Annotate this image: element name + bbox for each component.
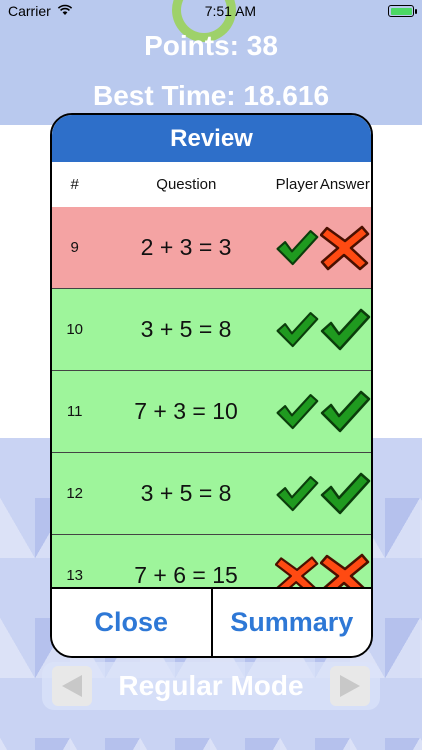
mode-label: Regular Mode [118, 670, 304, 701]
answer-mark [319, 389, 371, 435]
check-icon [276, 229, 319, 265]
points-label: Points: 38 [144, 30, 278, 61]
check-icon [276, 311, 319, 347]
check-icon [320, 472, 371, 514]
answer-mark [319, 307, 371, 353]
question-number: 10 [66, 321, 84, 338]
player-mark [275, 471, 319, 517]
answer-mark [319, 553, 371, 591]
check-icon [276, 475, 319, 511]
review-header: Review [52, 115, 371, 162]
answer-mark [319, 225, 371, 271]
table-row: 13 7 + 6 = 15 [52, 535, 371, 591]
player-mark [274, 553, 319, 591]
question-text: 7 + 3 = 10 [134, 398, 238, 424]
question-number: 12 [66, 485, 84, 502]
column-header-answer: Answer [319, 176, 370, 193]
player-mark [275, 307, 319, 353]
question-text: 7 + 6 = 15 [134, 562, 238, 588]
question-text: 3 + 5 = 8 [140, 316, 232, 342]
review-list[interactable]: 9 2 + 3 = 3 10 3 + 5 = 8 11 7 + 3 = 10 1… [52, 207, 371, 591]
table-row: 9 2 + 3 = 3 [52, 207, 371, 289]
column-headers: # Question Player Answer [52, 162, 371, 207]
question-number: 13 [66, 567, 84, 584]
answer-mark [319, 471, 371, 517]
cross-icon [319, 553, 370, 591]
status-left: Carrier [8, 3, 73, 19]
carrier-label: Carrier [8, 3, 51, 19]
arrow-right-icon [339, 675, 360, 697]
arrow-left-icon [62, 675, 82, 697]
battery-icon [388, 5, 417, 17]
check-icon [320, 390, 371, 432]
table-row: 11 7 + 3 = 10 [52, 371, 371, 453]
cross-icon [274, 555, 319, 591]
status-bar: Carrier 7:51 AM [0, 0, 422, 22]
player-mark [275, 225, 319, 271]
next-mode-button[interactable] [329, 666, 370, 706]
clock-label: 7:51 AM [204, 3, 257, 19]
question-number: 11 [66, 403, 83, 420]
check-icon [320, 308, 371, 350]
player-mark [275, 389, 319, 435]
question-number: 9 [70, 239, 79, 256]
close-button[interactable]: Close [52, 589, 213, 656]
review-title: Review [170, 124, 253, 152]
column-header-question: Question [156, 176, 217, 193]
question-text: 2 + 3 = 3 [140, 234, 232, 260]
review-footer: Close Summary [52, 587, 371, 656]
column-header-number: # [70, 176, 79, 193]
mode-selector: Regular Mode [42, 662, 380, 710]
check-icon [276, 393, 319, 429]
wifi-icon [57, 3, 73, 19]
summary-button[interactable]: Summary [213, 589, 372, 656]
cross-icon [319, 225, 370, 270]
table-row: 12 3 + 5 = 8 [52, 453, 371, 535]
previous-mode-button[interactable] [52, 666, 92, 706]
review-dialog: Review # Question Player Answer 9 2 + 3 … [50, 113, 373, 658]
best-time-label: Best Time: 18.616 [92, 80, 330, 111]
table-row: 10 3 + 5 = 8 [52, 289, 371, 371]
column-header-player: Player [275, 176, 319, 193]
question-text: 3 + 5 = 8 [140, 480, 232, 506]
